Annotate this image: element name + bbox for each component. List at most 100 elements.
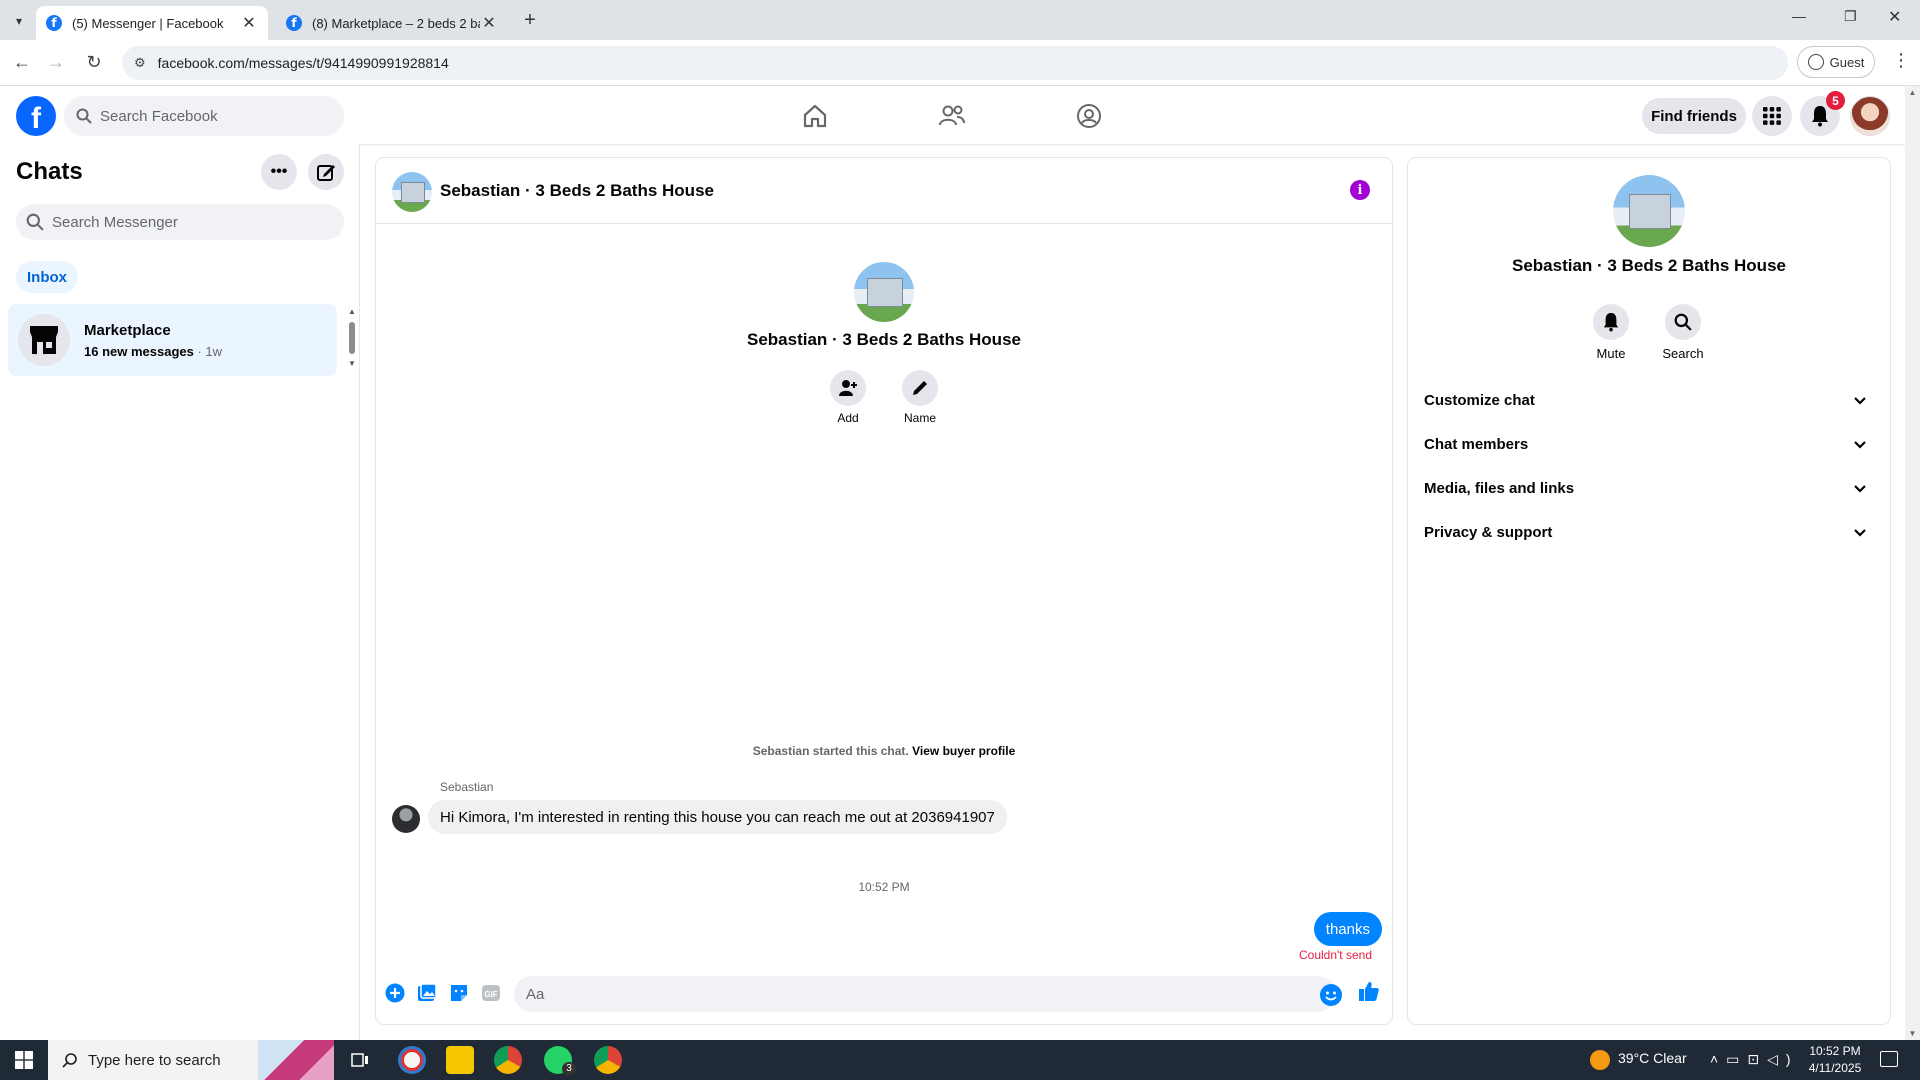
outgoing-message-bubble[interactable]: thanks: [1313, 912, 1382, 946]
search-icon: [62, 1053, 77, 1068]
tab-messenger[interactable]: f (5) Messenger | Facebook ✕: [36, 6, 268, 40]
emoji-picker-icon[interactable]: [1320, 984, 1342, 1006]
conversation-panel: Sebastian · 3 Beds 2 Baths House i Sebas…: [376, 158, 1392, 1024]
sticky-notes-icon[interactable]: [446, 1046, 474, 1074]
windows-taskbar: Type here to search 3 39°C Clear ˄▭⊡◁) 1…: [0, 1040, 1920, 1080]
scroll-thumb[interactable]: [349, 322, 355, 354]
page-scrollbar[interactable]: ▲ ▼: [1905, 86, 1920, 1040]
browser-tab-bar: ▾ f (5) Messenger | Facebook ✕ f (8) Mar…: [0, 0, 1920, 40]
close-tab-icon[interactable]: ✕: [240, 13, 258, 33]
search-highlight-image: [258, 1040, 334, 1080]
sender-name: Sebastian: [440, 780, 494, 794]
restore-window-icon[interactable]: ❐: [1844, 8, 1857, 25]
chevron-down-icon: [1854, 436, 1866, 453]
chat-list-item-marketplace[interactable]: Marketplace 16 new messages · 1w: [8, 304, 337, 376]
chrome-icon[interactable]: [494, 1046, 522, 1074]
taskbar-clock[interactable]: 10:52 PM 4/11/2025: [1795, 1043, 1875, 1077]
pencil-icon: [913, 381, 927, 395]
facebook-search-input[interactable]: Search Facebook: [64, 96, 344, 136]
tab-marketplace[interactable]: f (8) Marketplace – 2 beds 2 bath ✕: [276, 6, 508, 40]
chat-options-button[interactable]: •••: [261, 154, 297, 190]
chevron-down-icon: [1854, 392, 1866, 409]
site-settings-icon[interactable]: ⚙: [134, 55, 146, 71]
groups-nav-icon[interactable]: [1069, 100, 1109, 132]
section-label: Customize chat: [1424, 391, 1535, 409]
thumbs-up-like-icon[interactable]: [1358, 980, 1380, 1002]
sender-avatar[interactable]: [392, 805, 420, 833]
account-avatar[interactable]: [1850, 96, 1890, 136]
media-files-links-section[interactable]: Media, files and links: [1424, 470, 1874, 506]
svg-text:GIF: GIF: [484, 990, 497, 999]
scroll-up-arrow-icon[interactable]: ▲: [348, 308, 356, 316]
browser-toolbar: ← → ↻ ⚙ facebook.com/messages/t/94149909…: [0, 40, 1920, 86]
view-buyer-profile-link[interactable]: View buyer profile: [912, 744, 1015, 758]
info-panel-title: Sebastian · 3 Beds 2 Baths House: [1512, 256, 1786, 275]
new-message-button[interactable]: [308, 154, 344, 190]
add-label: Add: [837, 411, 859, 425]
chats-title: Chats: [16, 158, 83, 185]
minimize-window-icon[interactable]: —: [1792, 8, 1806, 24]
search-in-conversation-button[interactable]: [1665, 304, 1701, 340]
chat-members-section[interactable]: Chat members: [1424, 426, 1874, 462]
reload-icon[interactable]: ↻: [82, 50, 106, 74]
system-tray-icons[interactable]: ˄▭⊡◁): [1710, 1051, 1799, 1068]
mute-button[interactable]: [1593, 304, 1629, 340]
messenger-search-input[interactable]: Search Messenger: [16, 204, 344, 240]
scroll-down-arrow-icon[interactable]: ▼: [1905, 1029, 1920, 1038]
more-dots-icon: •••: [270, 163, 288, 180]
chat-started-notice: Sebastian started this chat. View buyer …: [376, 744, 1392, 758]
customize-chat-section[interactable]: Customize chat: [1424, 382, 1874, 418]
incoming-message-bubble[interactable]: Hi Kimora, I'm interested in renting thi…: [428, 800, 1007, 834]
attach-photo-icon[interactable]: [416, 982, 438, 1004]
profile-button[interactable]: Guest: [1797, 46, 1875, 78]
mute-label: Mute: [1596, 346, 1626, 361]
message-composer-input[interactable]: Aa: [514, 976, 1336, 1012]
chat-center-title: Sebastian · 3 Beds 2 Baths House: [747, 330, 1021, 349]
conversation-title[interactable]: Sebastian · 3 Beds 2 Baths House: [440, 181, 714, 201]
chat-profile-house-image: [854, 262, 914, 322]
back-icon[interactable]: ←: [10, 50, 34, 74]
chrome-icon-active[interactable]: [594, 1046, 622, 1074]
search-icon: [26, 213, 44, 231]
weather-icon[interactable]: [1590, 1050, 1610, 1070]
home-nav-icon[interactable]: [795, 100, 835, 132]
chat-info-panel: Sebastian · 3 Beds 2 Baths House Mute Se…: [1408, 158, 1890, 1024]
find-friends-button[interactable]: Find friends: [1642, 98, 1746, 134]
message-timestamp: 10:52 PM: [858, 880, 910, 894]
app-icon-paint[interactable]: [398, 1046, 426, 1074]
new-tab-icon[interactable]: +: [518, 8, 542, 32]
url-text: facebook.com/messages/t/9414990991928814: [157, 55, 449, 71]
notification-badge: 5: [1826, 91, 1845, 110]
weather-text[interactable]: 39°C Clear: [1618, 1050, 1687, 1066]
conversation-info-icon[interactable]: i: [1350, 180, 1370, 200]
privacy-support-section[interactable]: Privacy & support: [1424, 514, 1874, 550]
profile-label: Guest: [1829, 54, 1865, 70]
task-view-icon[interactable]: [346, 1046, 374, 1074]
scroll-down-arrow-icon[interactable]: ▼: [348, 360, 356, 368]
name-chat-button[interactable]: [902, 370, 938, 406]
taskbar-search-placeholder: Type here to search: [88, 1051, 221, 1069]
address-bar[interactable]: ⚙ facebook.com/messages/t/94149909919288…: [122, 46, 1788, 80]
tab-list-dropdown-icon[interactable]: ▾: [8, 10, 30, 32]
send-error-text[interactable]: Couldn't send: [1299, 948, 1372, 962]
close-tab-icon[interactable]: ✕: [480, 13, 498, 33]
facebook-logo-icon[interactable]: f: [16, 96, 56, 136]
chat-preview-text: 16 new messages: [84, 344, 194, 359]
notification-center-icon[interactable]: [1880, 1051, 1898, 1067]
add-people-button[interactable]: [830, 370, 866, 406]
chat-list-scrollbar[interactable]: ▲ ▼: [348, 308, 356, 370]
chat-avatar-house-image[interactable]: [392, 172, 432, 212]
close-window-icon[interactable]: ✕: [1888, 7, 1901, 27]
gif-icon[interactable]: GIF: [480, 982, 502, 1004]
forward-icon[interactable]: →: [44, 50, 68, 74]
scroll-up-arrow-icon[interactable]: ▲: [1905, 88, 1920, 97]
menu-grid-icon[interactable]: [1752, 96, 1792, 136]
more-actions-plus-icon[interactable]: [384, 982, 406, 1004]
taskbar-search-input[interactable]: Type here to search: [48, 1040, 334, 1080]
facebook-favicon-icon: f: [286, 15, 302, 31]
browser-menu-icon[interactable]: ⋮: [1892, 50, 1910, 71]
inbox-filter-tab[interactable]: Inbox: [16, 261, 78, 293]
windows-start-icon[interactable]: [0, 1040, 48, 1080]
sticker-icon[interactable]: [448, 982, 470, 1004]
friends-nav-icon[interactable]: [932, 100, 972, 132]
